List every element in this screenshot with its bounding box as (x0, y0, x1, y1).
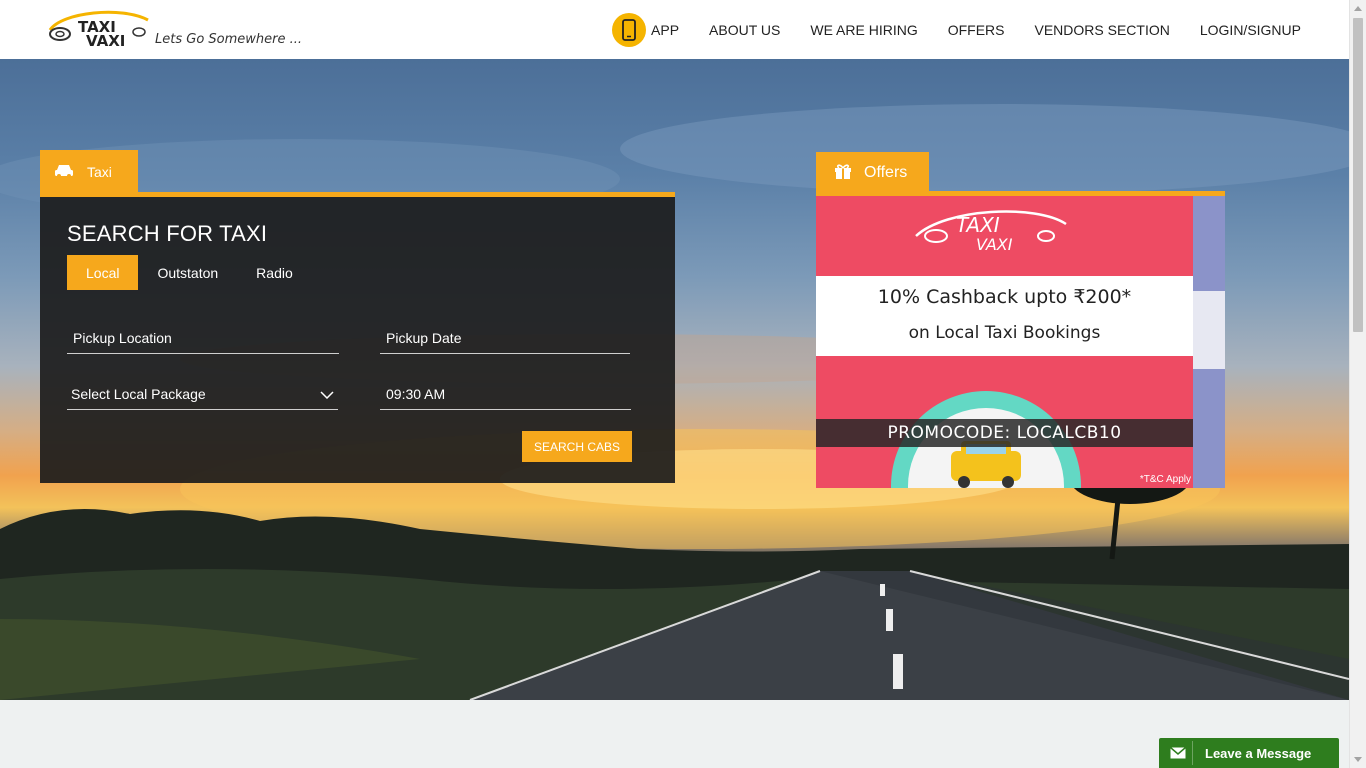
svg-text:TAXI: TAXI (956, 213, 1000, 237)
nav-app-label: APP (651, 21, 680, 38)
nav-vendors-section[interactable]: VENDORS SECTION (1035, 22, 1170, 38)
chevron-right-icon[interactable]: › (1184, 331, 1193, 364)
taxivaxi-logo[interactable]: TAXI VAXI (42, 8, 154, 52)
envelope-icon (1169, 741, 1193, 765)
next-offer-preview[interactable] (1193, 196, 1225, 488)
svg-text:VAXI: VAXI (86, 32, 125, 50)
scroll-up-icon[interactable] (1354, 6, 1362, 11)
scroll-down-icon[interactable] (1354, 757, 1362, 762)
taxi-tab[interactable]: Taxi (40, 150, 138, 194)
chevron-left-icon[interactable]: ‹ (836, 331, 847, 364)
offer-banner[interactable]: TAXI VAXI 10% Cashback upto ₹200* on Loc… (816, 196, 1193, 488)
pickup-date-field (380, 324, 630, 354)
taxi-tab-label: Taxi (87, 164, 112, 180)
site-header: TAXI VAXI Lets Go Somewhere ... APP ABOU… (0, 0, 1349, 59)
taxi-search-panel: SEARCH FOR TAXI Local Outstaton Radio Se… (40, 192, 675, 483)
tab-radio[interactable]: Radio (237, 255, 312, 290)
nav-we-are-hiring[interactable]: WE ARE HIRING (810, 22, 917, 38)
offer-headline: 10% Cashback upto ₹200* (877, 286, 1132, 308)
search-cabs-button[interactable]: SEARCH CABS (522, 431, 632, 462)
offer-subline: on Local Taxi Bookings (908, 323, 1101, 343)
offer-logo: TAXI VAXI (915, 210, 1067, 254)
nav-offers[interactable]: OFFERS (948, 22, 1005, 38)
search-title: SEARCH FOR TAXI (67, 221, 268, 246)
main-nav: APP ABOUT US WE ARE HIRING OFFERS VENDOR… (582, 0, 1349, 59)
local-package-value: Select Local Package (71, 386, 206, 402)
pickup-location-field (67, 324, 339, 354)
leave-message-label: Leave a Message (1205, 745, 1312, 761)
local-package-select[interactable]: Select Local Package (67, 380, 338, 410)
svg-text:VAXI: VAXI (976, 235, 1013, 254)
leave-message-button[interactable]: Leave a Message (1159, 738, 1339, 768)
nav-about-us[interactable]: ABOUT US (709, 22, 780, 38)
terms-note: *T&C Apply (1139, 474, 1191, 485)
offers-tab-label: Offers (864, 164, 908, 181)
promocode-label: PROMOCODE: LOCALCB10 (816, 419, 1193, 447)
scroll-thumb[interactable] (1353, 18, 1363, 332)
trip-type-tabs: Local Outstaton Radio (67, 255, 312, 290)
page-scrollbar[interactable] (1349, 0, 1366, 768)
tab-outstation[interactable]: Outstaton (138, 255, 237, 290)
chevron-down-icon (320, 386, 334, 402)
nav-app[interactable]: APP (612, 12, 680, 47)
tagline: Lets Go Somewhere ... (155, 32, 303, 47)
pickup-date-input[interactable] (380, 324, 630, 352)
tab-local[interactable]: Local (67, 255, 139, 290)
nav-login-signup[interactable]: LOGIN/SIGNUP (1200, 22, 1301, 38)
pickup-time-input[interactable] (380, 380, 631, 408)
phone-icon (612, 12, 647, 47)
car-icon (54, 163, 74, 182)
offers-tab[interactable]: Offers (816, 152, 929, 194)
pickup-location-input[interactable] (67, 324, 339, 352)
gift-icon (834, 163, 852, 184)
pickup-time-field (380, 380, 631, 410)
